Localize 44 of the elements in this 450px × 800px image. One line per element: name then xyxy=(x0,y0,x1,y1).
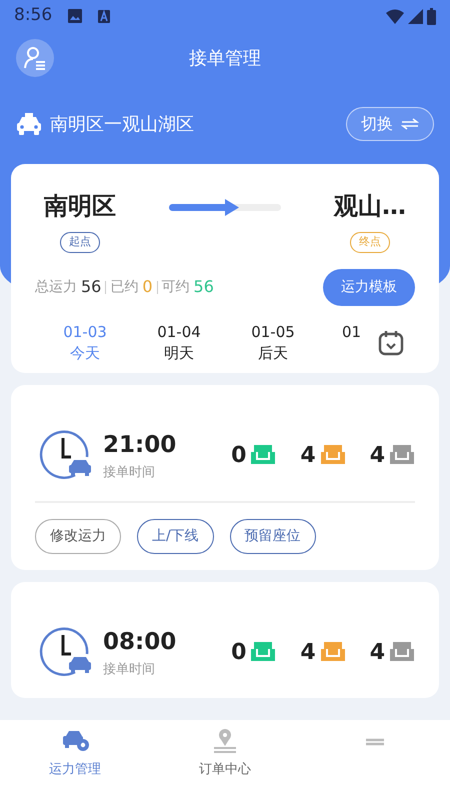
user-list-icon[interactable] xyxy=(16,39,54,77)
status-time: 8:56 xyxy=(14,4,52,28)
date-tab[interactable]: 01-05 后天 xyxy=(226,322,320,365)
slot-caption: 接单时间 xyxy=(103,464,156,482)
letter-icon xyxy=(98,10,110,22)
slot-time: 08:00 xyxy=(103,628,178,657)
seat-count: 4 xyxy=(370,442,385,470)
slot-time: 21:00 xyxy=(103,431,178,460)
date-tab[interactable]: 01-03 今天 xyxy=(38,322,132,365)
list-icon xyxy=(365,738,385,746)
slot-caption: 接单时间 xyxy=(103,660,156,678)
template-button[interactable]: 运力模板 xyxy=(323,268,415,306)
signal-icon xyxy=(408,8,423,24)
route-name: 南明区一观山湖区 xyxy=(50,112,195,136)
action-button[interactable]: 上/下线 xyxy=(137,519,214,554)
image-icon xyxy=(68,9,82,23)
nav-tab[interactable]: 订单中心 xyxy=(150,720,300,800)
date-tab[interactable]: 01 xyxy=(320,322,370,344)
date-tab[interactable]: 01-04 明天 xyxy=(132,322,226,365)
calendar-icon[interactable] xyxy=(378,330,404,356)
page-title: 接单管理 xyxy=(188,46,262,70)
stat-label: 已约 xyxy=(110,278,138,296)
seat-count: 4 xyxy=(370,638,385,666)
seat-count: 4 xyxy=(300,638,316,666)
stat-value: 0 xyxy=(142,276,153,298)
wifi-icon xyxy=(386,8,404,24)
taxi-icon xyxy=(16,113,42,135)
stat-label: 总运力 xyxy=(35,278,77,296)
stat-value: 56 xyxy=(81,276,102,298)
action-button[interactable]: 修改运力 xyxy=(35,519,121,554)
seat-count: 0 xyxy=(231,442,246,470)
battery-icon xyxy=(427,8,436,24)
seat-count: 0 xyxy=(231,638,246,666)
swap-icon xyxy=(401,118,419,130)
destination-city: 观山… xyxy=(334,191,406,222)
destination-city-tag: 终点 xyxy=(350,232,390,252)
origin-city: 南明区 xyxy=(44,191,116,222)
stat-label: 可约 xyxy=(162,278,190,296)
origin-city-tag: 起点 xyxy=(60,232,100,252)
seat-count: 4 xyxy=(300,442,316,470)
nav-tab[interactable]: 运力管理 xyxy=(0,720,150,800)
action-button[interactable]: 预留座位 xyxy=(230,519,316,554)
switch-button[interactable]: 切换 xyxy=(346,107,434,141)
stat-value: 56 xyxy=(194,276,214,298)
